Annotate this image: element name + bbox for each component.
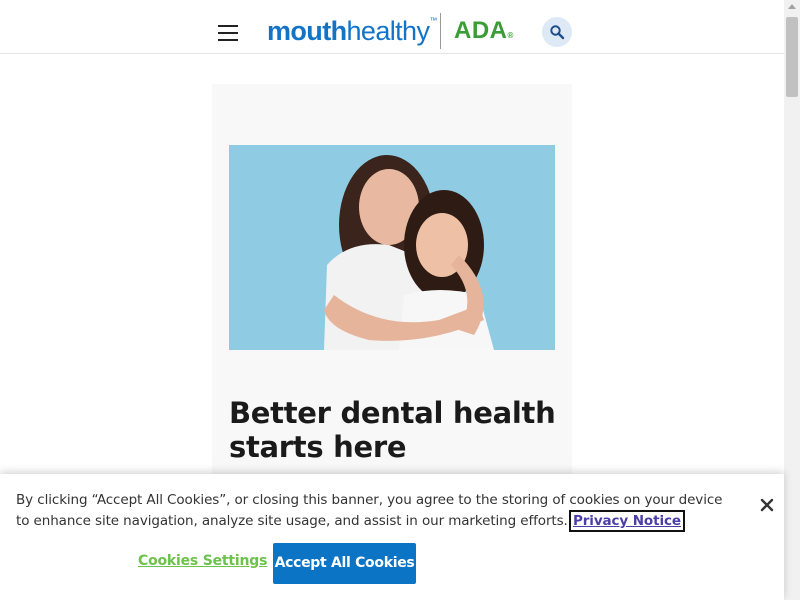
site-header: mouthhealthy™ ADA® <box>0 0 784 54</box>
accept-all-cookies-button[interactable]: Accept All Cookies <box>273 543 416 584</box>
scroll-thumb[interactable] <box>786 17 798 97</box>
logo-text-mouth: mouth <box>267 16 347 46</box>
ada-reg: ® <box>507 31 514 40</box>
search-icon <box>550 25 565 40</box>
menu-icon[interactable] <box>218 25 238 41</box>
cookies-settings-button[interactable]: Cookies Settings <box>138 553 267 569</box>
scroll-up-arrow-icon[interactable] <box>788 4 796 9</box>
search-button[interactable] <box>542 17 572 47</box>
logo-text-healthy: healthy <box>346 16 430 46</box>
logo-tm: ™ <box>429 16 437 25</box>
page-scrollbar[interactable] <box>784 0 800 600</box>
cookie-banner-text: By clicking “Accept All Cookies”, or clo… <box>16 490 736 532</box>
logo-divider <box>440 13 441 49</box>
hero-title: Better dental health starts here <box>229 396 556 464</box>
ada-logo-text: ADA <box>454 17 508 44</box>
mouthhealthy-logo[interactable]: mouthhealthy™ <box>267 14 437 48</box>
hero-image <box>229 145 555 350</box>
privacy-notice-link[interactable]: Privacy Notice <box>568 510 685 532</box>
ada-logo[interactable]: ADA® <box>454 15 514 47</box>
cookie-banner: By clicking “Accept All Cookies”, or clo… <box>0 474 784 600</box>
close-icon[interactable] <box>760 498 774 512</box>
